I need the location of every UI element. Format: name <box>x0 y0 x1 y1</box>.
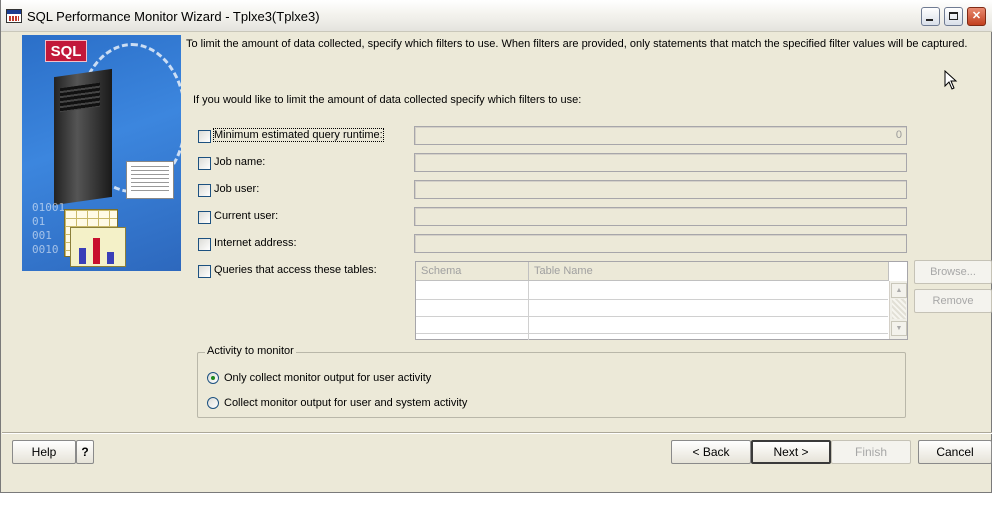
tables-label[interactable]: Queries that access these tables: <box>214 264 377 276</box>
server-icon <box>54 68 112 206</box>
tables-grid[interactable]: Schema Table Name ▲ ▼ <box>415 261 908 340</box>
user-activity-label[interactable]: Only collect monitor output for user act… <box>224 372 431 384</box>
close-button[interactable]: ✕ <box>967 7 986 26</box>
tables-scrollbar[interactable]: ▲ ▼ <box>889 281 907 339</box>
scroll-up-icon[interactable]: ▲ <box>891 283 907 298</box>
activity-group: Activity to monitor Only collect monitor… <box>197 345 906 418</box>
maximize-icon <box>949 12 958 20</box>
filter-prompt: If you would like to limit the amount of… <box>193 94 582 106</box>
scroll-down-icon[interactable]: ▼ <box>891 321 907 336</box>
table-row <box>416 316 888 317</box>
bar-chart-icon <box>70 227 126 267</box>
wizard-content: SQL 01001 01 001 0010 To limit the amoun… <box>2 32 992 493</box>
runtime-checkbox[interactable] <box>198 130 211 143</box>
finish-button[interactable]: Finish <box>831 440 911 464</box>
cancel-button[interactable]: Cancel <box>918 440 992 464</box>
scroll-thumb[interactable] <box>892 299 906 319</box>
user-activity-radio[interactable] <box>207 372 219 384</box>
browse-button[interactable]: Browse... <box>914 260 992 284</box>
binary-digits: 01001 01 001 0010 <box>32 201 66 256</box>
job-name-field[interactable] <box>414 153 907 172</box>
internet-address-field[interactable] <box>414 234 907 253</box>
minimize-button[interactable] <box>921 7 940 26</box>
help-button[interactable]: Help <box>12 440 76 464</box>
job-name-checkbox[interactable] <box>198 157 211 170</box>
minimize-icon <box>926 19 933 21</box>
wizard-window: SQL Performance Monitor Wizard - Tplxe3(… <box>0 0 992 493</box>
column-divider <box>528 281 529 340</box>
table-name-column-header[interactable]: Table Name <box>529 262 889 281</box>
job-user-label[interactable]: Job user: <box>214 183 259 195</box>
system-activity-label[interactable]: Collect monitor output for user and syst… <box>224 397 467 409</box>
wizard-illustration: SQL 01001 01 001 0010 <box>22 35 181 271</box>
intro-text: To limit the amount of data collected, s… <box>186 38 968 50</box>
job-user-checkbox[interactable] <box>198 184 211 197</box>
table-row <box>416 299 888 300</box>
tables-checkbox[interactable] <box>198 265 211 278</box>
report-document-icon <box>126 161 174 199</box>
back-button[interactable]: < Back <box>671 440 751 464</box>
job-user-field[interactable] <box>414 180 907 199</box>
table-row <box>416 333 888 334</box>
current-user-label[interactable]: Current user: <box>214 210 278 222</box>
runtime-field[interactable]: 0 <box>414 126 907 145</box>
runtime-label[interactable]: Minimum estimated query runtime: <box>213 128 384 142</box>
maximize-button[interactable] <box>944 7 963 26</box>
schema-column-header[interactable]: Schema <box>416 262 529 281</box>
system-activity-radio[interactable] <box>207 397 219 409</box>
job-name-label[interactable]: Job name: <box>214 156 265 168</box>
sql-badge: SQL <box>45 40 87 62</box>
next-button[interactable]: Next > <box>751 440 831 464</box>
close-icon: ✕ <box>971 10 982 22</box>
internet-address-checkbox[interactable] <box>198 238 211 251</box>
help-question-icon[interactable]: ? <box>76 440 94 464</box>
app-icon <box>6 9 22 23</box>
internet-address-label[interactable]: Internet address: <box>214 237 297 249</box>
footer-separator <box>2 432 992 434</box>
activity-group-title: Activity to monitor <box>205 345 296 357</box>
current-user-checkbox[interactable] <box>198 211 211 224</box>
remove-button[interactable]: Remove <box>914 289 992 313</box>
current-user-field[interactable] <box>414 207 907 226</box>
title-bar[interactable]: SQL Performance Monitor Wizard - Tplxe3(… <box>1 0 992 32</box>
window-title: SQL Performance Monitor Wizard - Tplxe3(… <box>27 9 320 24</box>
